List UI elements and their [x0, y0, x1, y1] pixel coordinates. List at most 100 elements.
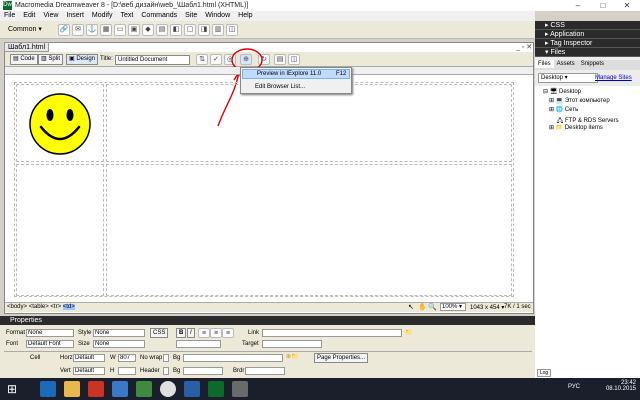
- bg-color-input[interactable]: [183, 367, 223, 375]
- horz-select[interactable]: Default: [73, 354, 105, 362]
- zoom-select[interactable]: 100% ▾: [440, 303, 466, 311]
- email-link-icon[interactable]: ✉: [72, 24, 84, 36]
- edit-browser-list-item[interactable]: Edit Browser List...: [255, 84, 305, 90]
- tag-table[interactable]: <table>: [29, 304, 49, 310]
- hand-tool-icon[interactable]: ✋: [418, 303, 427, 311]
- align-right-icon[interactable]: ≡: [222, 328, 234, 338]
- menu-site[interactable]: Site: [181, 11, 201, 19]
- header-checkbox[interactable]: [163, 367, 169, 375]
- tag-inspector-panel-header[interactable]: ▸ Tag Inspector: [535, 39, 640, 48]
- bg-image-input[interactable]: [183, 354, 283, 362]
- text-color-input[interactable]: [176, 340, 221, 348]
- maximize-button[interactable]: □: [590, 0, 616, 11]
- menu-insert[interactable]: Insert: [62, 11, 88, 19]
- app-taskbar-icon[interactable]: [136, 381, 152, 397]
- italic-button[interactable]: I: [187, 328, 195, 338]
- design-view-button[interactable]: ▣ Design: [66, 54, 99, 65]
- title-input[interactable]: Untitled Document: [115, 55, 190, 65]
- format-select[interactable]: None: [26, 329, 74, 337]
- menu-file[interactable]: File: [0, 11, 19, 19]
- align-left-icon[interactable]: ≡: [198, 328, 210, 338]
- dreamweaver-taskbar-icon[interactable]: [208, 381, 224, 397]
- hyperlink-icon[interactable]: 🔗: [58, 24, 70, 36]
- menu-commands[interactable]: Commands: [137, 11, 181, 19]
- image-icon[interactable]: ▣: [128, 24, 140, 36]
- date-icon[interactable]: ▤: [156, 24, 168, 36]
- menu-edit[interactable]: Edit: [19, 11, 39, 19]
- application-panel-header[interactable]: ▸ Application: [535, 30, 640, 39]
- minimize-button[interactable]: –: [565, 0, 591, 11]
- properties-header[interactable]: Properties: [0, 316, 535, 325]
- table-cell[interactable]: [106, 84, 512, 162]
- tag-body[interactable]: <body>: [7, 304, 27, 310]
- visual-aids-icon[interactable]: ◫: [288, 54, 300, 65]
- tree-item-network[interactable]: ⊞ 🌐 Сеть: [549, 106, 578, 113]
- anchor-icon[interactable]: ⚓: [86, 24, 98, 36]
- ie-taskbar-icon[interactable]: [40, 381, 56, 397]
- align-center-icon[interactable]: ≡: [210, 328, 222, 338]
- tab-files[interactable]: Files: [535, 60, 554, 68]
- template-icon[interactable]: ▥: [212, 24, 224, 36]
- language-indicator[interactable]: РУС: [568, 384, 580, 390]
- table-icon[interactable]: ▦: [100, 24, 112, 36]
- page-properties-button[interactable]: Page Properties...: [314, 353, 369, 363]
- chrome-taskbar-icon[interactable]: [160, 381, 176, 397]
- table-cell[interactable]: [106, 164, 512, 296]
- tag-chooser-icon[interactable]: ◫: [226, 24, 238, 36]
- comment-icon[interactable]: ▢: [184, 24, 196, 36]
- width-input[interactable]: 807: [118, 354, 136, 362]
- menu-window[interactable]: Window: [201, 11, 234, 19]
- style-select[interactable]: None: [93, 329, 145, 337]
- zoom-tool-icon[interactable]: 🔍: [428, 303, 437, 311]
- insert-category-dropdown[interactable]: Common ▾: [4, 24, 46, 36]
- tree-item-desktop[interactable]: ⊟ 🖥 Desktop: [543, 88, 581, 95]
- document-tab[interactable]: Шабл1.html: [4, 42, 49, 52]
- media-icon[interactable]: ◆: [142, 24, 154, 36]
- vert-select[interactable]: Default: [73, 367, 105, 375]
- height-input[interactable]: [118, 367, 136, 375]
- tree-item-this-computer[interactable]: ⊞ 💻 Этот компьютер: [549, 97, 610, 104]
- css-panel-header[interactable]: ▸ CSS: [535, 21, 640, 30]
- layer-icon[interactable]: ▭: [114, 24, 126, 36]
- border-color-input[interactable]: [245, 367, 285, 375]
- size-select[interactable]: None: [93, 340, 145, 348]
- menu-modify[interactable]: Modify: [88, 11, 117, 19]
- table-cell[interactable]: [16, 164, 104, 296]
- preview-in-iexplore-item[interactable]: Preview in IExplore 11.0 F12: [242, 69, 350, 79]
- tag-tr[interactable]: <tr>: [50, 304, 61, 310]
- link-input[interactable]: [262, 329, 402, 337]
- split-view-button[interactable]: ▥ Split: [38, 54, 64, 65]
- manage-sites-link[interactable]: Manage Sites: [595, 75, 632, 81]
- head-content-icon[interactable]: ◨: [198, 24, 210, 36]
- word-taskbar-icon[interactable]: [184, 381, 200, 397]
- menu-view[interactable]: View: [39, 11, 62, 19]
- store-taskbar-icon[interactable]: [112, 381, 128, 397]
- close-button[interactable]: ✕: [614, 0, 640, 11]
- site-location-select[interactable]: Desktop ▾: [538, 73, 598, 83]
- tab-snippets[interactable]: Snippets: [578, 60, 607, 68]
- media-taskbar-icon[interactable]: [88, 381, 104, 397]
- window-size[interactable]: 1043 x 454 ▾: [470, 304, 504, 311]
- bold-button[interactable]: B: [176, 328, 187, 338]
- windows-start-icon[interactable]: ⊞: [4, 381, 20, 397]
- css-button[interactable]: CSS: [150, 328, 169, 338]
- nowrap-checkbox[interactable]: [163, 354, 169, 362]
- code-view-button[interactable]: ▤ Code: [10, 54, 38, 65]
- link-browse-icon[interactable]: 📁: [405, 329, 412, 336]
- menu-text[interactable]: Text: [117, 11, 138, 19]
- server-side-include-icon[interactable]: ◧: [170, 24, 182, 36]
- font-select[interactable]: Default Font: [26, 340, 74, 348]
- clock[interactable]: 23:42 08.10.2015: [602, 380, 636, 392]
- tree-item-desktop-items[interactable]: ⊞ 📁 Desktop items: [549, 124, 603, 131]
- log-button[interactable]: Log: [537, 369, 551, 377]
- target-select[interactable]: [262, 340, 322, 348]
- app2-taskbar-icon[interactable]: [232, 381, 248, 397]
- menu-help[interactable]: Help: [234, 11, 256, 19]
- tab-assets[interactable]: Assets: [554, 60, 578, 68]
- tag-td[interactable]: <td>: [62, 304, 75, 310]
- select-tool-icon[interactable]: ↖: [408, 303, 414, 311]
- files-panel-header[interactable]: ▾ Files: [535, 48, 640, 57]
- document-window-controls[interactable]: _ ▫ ✕: [516, 43, 532, 51]
- explorer-taskbar-icon[interactable]: [64, 381, 80, 397]
- view-options-icon[interactable]: ▤: [274, 54, 286, 65]
